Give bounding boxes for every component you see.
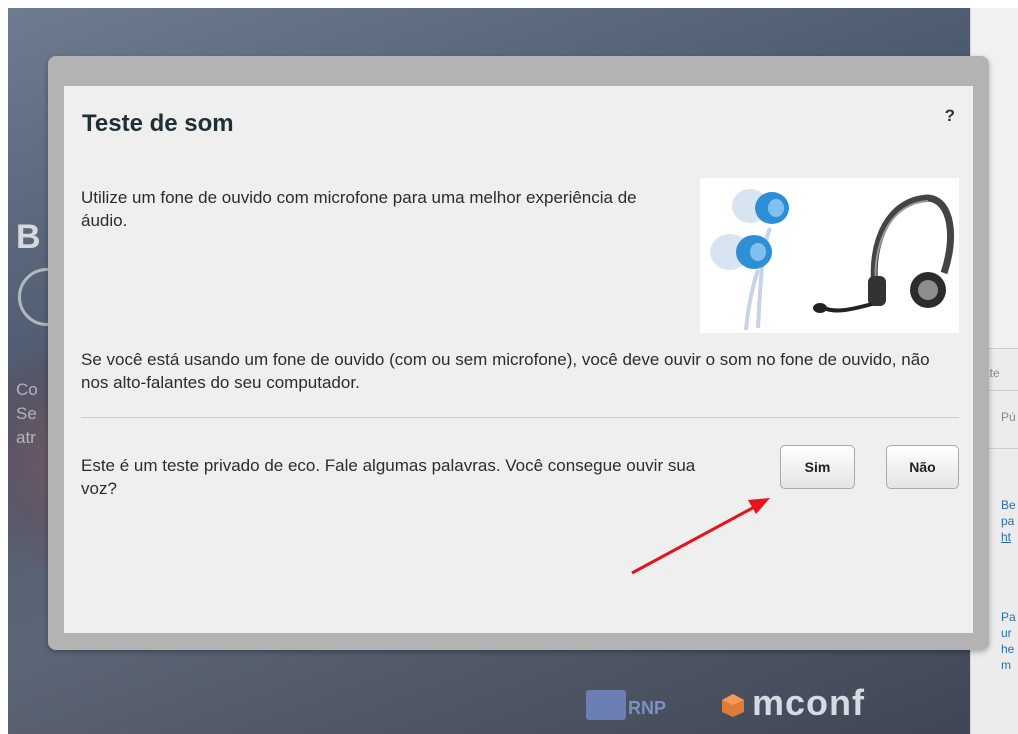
rnp-logo-text: RNP (628, 698, 667, 718)
divider (81, 417, 959, 418)
help-icon[interactable]: ? (945, 106, 955, 126)
mconf-logo-text: mconf (752, 682, 865, 723)
chat-tab-public[interactable]: Pú (1001, 410, 1016, 424)
background-text: atr (16, 428, 36, 447)
sound-test-dialog-frame: Teste de som ? Utilize um fone de ouvido… (48, 56, 989, 650)
chat-message-text: he (1001, 642, 1015, 656)
background-letter: B (16, 218, 41, 256)
headphone-info-text: Se você está usando um fone de ouvido (c… (81, 350, 930, 392)
headset-image (700, 178, 959, 333)
chat-message-text: m (1001, 658, 1011, 672)
mconf-logo-icon (722, 694, 744, 717)
background-text: Co (16, 380, 38, 399)
chat-message-text: Be (1001, 498, 1016, 512)
chat-message-link[interactable]: ht (1001, 530, 1011, 545)
intro-text: Utilize um fone de ouvido com microfone … (81, 188, 637, 230)
echo-test-question: Este é um teste privado de eco. Fale alg… (81, 456, 696, 498)
chat-message-text: ur (1001, 626, 1012, 640)
chat-message-text: Pa (1001, 610, 1016, 624)
no-button[interactable]: Não (886, 445, 959, 489)
background-text: Se (16, 404, 37, 423)
yes-button[interactable]: Sim (780, 445, 855, 489)
dialog-title: Teste de som (82, 110, 234, 137)
sound-test-dialog: Teste de som ? Utilize um fone de ouvido… (64, 86, 973, 633)
earbuds-and-headset-icon (710, 189, 954, 331)
chat-message-text: pa (1001, 514, 1015, 528)
rnp-logo-icon (586, 690, 626, 720)
